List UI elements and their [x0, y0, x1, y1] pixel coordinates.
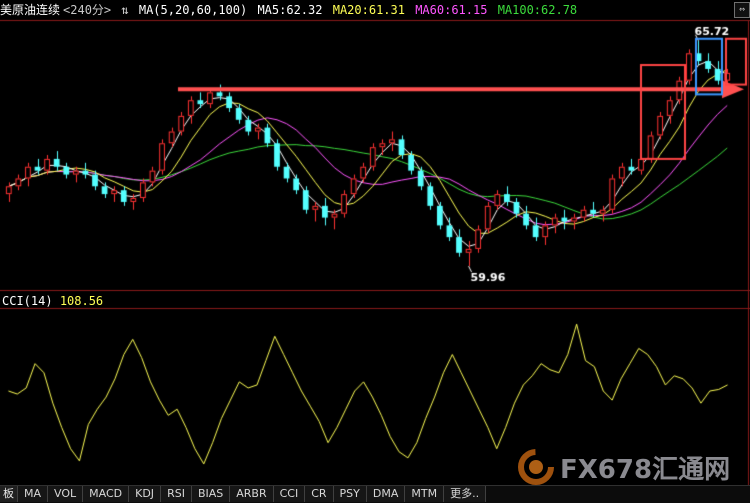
tab-more[interactable]: 更多.. [444, 486, 487, 502]
price-legend: 美原油连续 <240分> ⇅ MA(5,20,60,100) MA5:62.32 … [0, 0, 720, 20]
tab-arbr[interactable]: ARBR [230, 486, 274, 502]
tab-bias[interactable]: BIAS [191, 486, 231, 502]
ma60-value: MA60:61.15 [415, 3, 488, 17]
tab-vol[interactable]: VOL [48, 486, 84, 502]
tab-rsi[interactable]: RSI [161, 486, 192, 502]
ma5-value: MA5:62.32 [257, 3, 323, 17]
tab-board[interactable]: 板 [0, 486, 18, 502]
tab-cr[interactable]: CR [305, 486, 334, 502]
cci-name: CCI(14) [2, 294, 53, 308]
period-label[interactable]: <240分> [63, 3, 111, 17]
ma100-value: MA100:62.78 [497, 3, 578, 17]
cci-legend: CCI(14) 108.56 [2, 292, 103, 310]
price-and-cci-chart[interactable] [0, 0, 750, 485]
tab-dma[interactable]: DMA [366, 486, 406, 502]
tab-ma[interactable]: MA [18, 486, 49, 502]
expand-icon[interactable]: ⇔ [734, 2, 750, 18]
symbol-name[interactable]: 美原油连续 [0, 3, 60, 17]
watermark: FX678汇通网 [518, 447, 748, 487]
cci-value: 108.56 [59, 294, 104, 308]
tab-psy[interactable]: PSY [333, 486, 367, 502]
tab-mtm[interactable]: MTM [405, 486, 445, 502]
watermark-text: FX678汇通网 [560, 454, 731, 485]
toggle-icon[interactable]: ⇅ [121, 3, 128, 17]
indicator-tabs: 板 MA VOL MACD KDJ RSI BIAS ARBR CCI CR P… [0, 485, 750, 503]
fx678-logo-icon [518, 449, 554, 485]
tab-macd[interactable]: MACD [83, 486, 130, 502]
ma20-value: MA20:61.31 [332, 3, 405, 17]
tab-cci[interactable]: CCI [273, 486, 306, 502]
ma-params: MA(5,20,60,100) [138, 3, 248, 17]
tab-kdj[interactable]: KDJ [129, 486, 162, 502]
